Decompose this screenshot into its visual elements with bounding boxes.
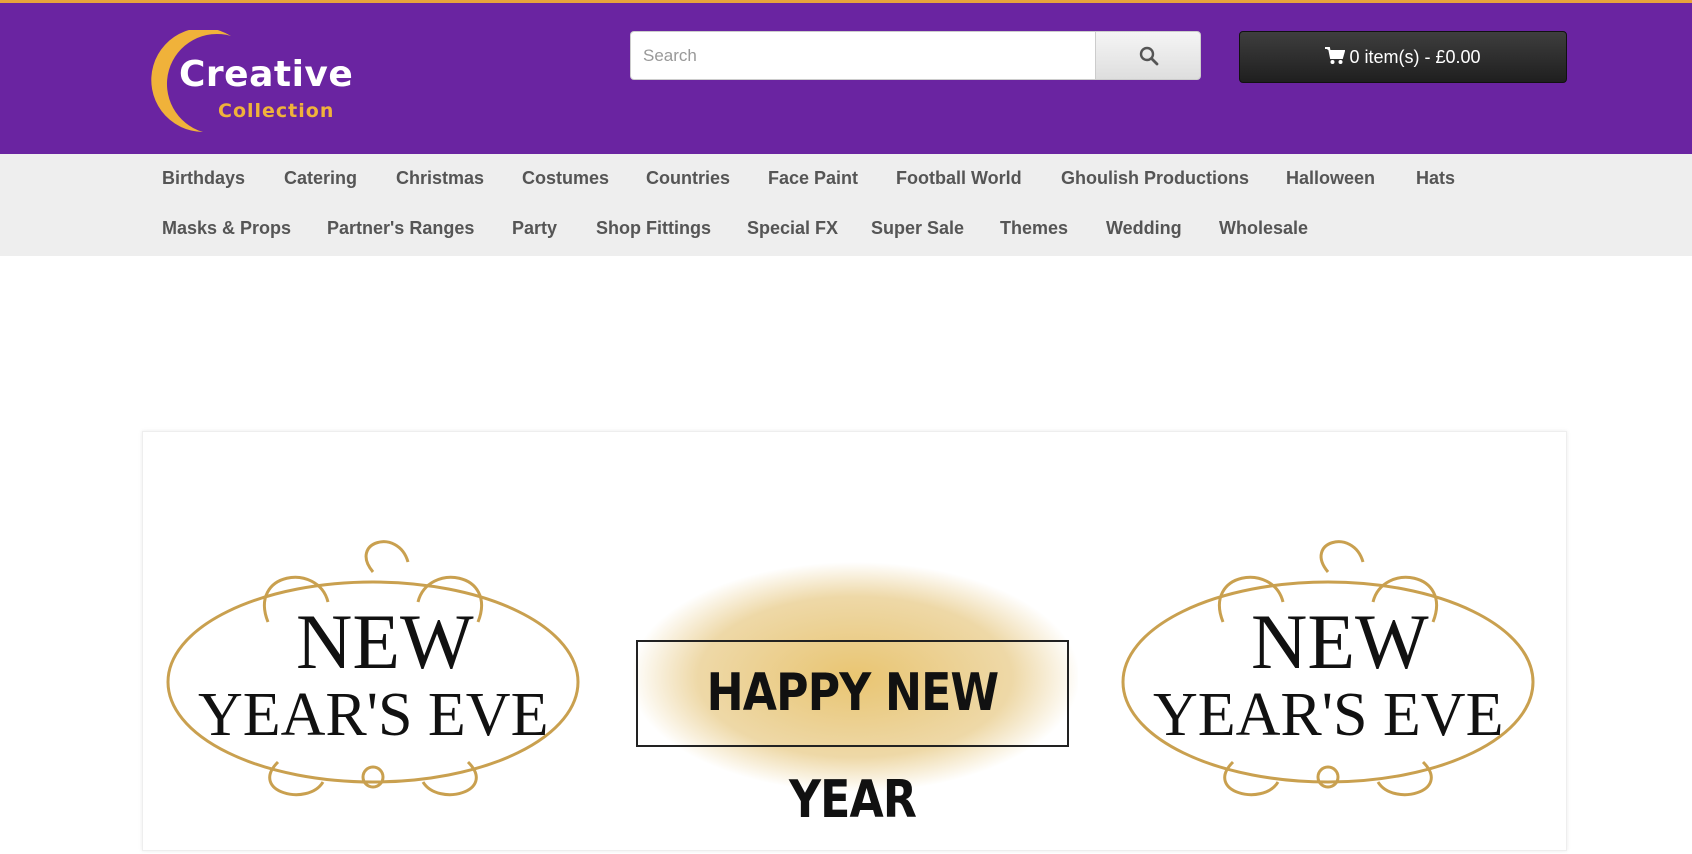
- happy-new-year-text: HAPPY NEW YEAR: [706, 663, 1000, 830]
- content-card: NEW YEAR'S EVE HAPPY NEW YEAR NEW YEAR'S…: [142, 431, 1567, 851]
- nav-item-hats[interactable]: Hats: [1416, 168, 1455, 189]
- nav-item-football-world[interactable]: Football World: [896, 168, 1022, 189]
- nav-item-partners-ranges[interactable]: Partner's Ranges: [327, 218, 474, 239]
- new-year-banner[interactable]: NEW YEAR'S EVE HAPPY NEW YEAR NEW YEAR'S…: [158, 532, 1553, 852]
- happy-new-year-graphic: HAPPY NEW YEAR: [633, 552, 1078, 830]
- nav-item-halloween[interactable]: Halloween: [1286, 168, 1375, 189]
- search-icon: [1139, 46, 1159, 66]
- nav-item-wedding[interactable]: Wedding: [1106, 218, 1182, 239]
- nav-item-birthdays[interactable]: Birthdays: [162, 168, 245, 189]
- nav-item-masks-props[interactable]: Masks & Props: [162, 218, 291, 239]
- nav-item-costumes[interactable]: Costumes: [522, 168, 609, 189]
- nav-item-face-paint[interactable]: Face Paint: [768, 168, 858, 189]
- cart-icon: [1325, 47, 1346, 65]
- nye-word-years-eve-left: YEAR'S EVE: [198, 681, 549, 749]
- search-input[interactable]: [630, 31, 1095, 80]
- nav-item-themes[interactable]: Themes: [1000, 218, 1068, 239]
- search-bar: [630, 31, 1201, 80]
- site-logo[interactable]: Creative Collection: [141, 30, 361, 134]
- nav-item-ghoulish-productions[interactable]: Ghoulish Productions: [1061, 168, 1249, 189]
- new-years-eve-graphic-right: NEW YEAR'S EVE: [1113, 532, 1553, 812]
- nav-item-catering[interactable]: Catering: [284, 168, 357, 189]
- nav-item-special-fx[interactable]: Special FX: [747, 218, 838, 239]
- nav-item-christmas[interactable]: Christmas: [396, 168, 484, 189]
- nav-item-shop-fittings[interactable]: Shop Fittings: [596, 218, 711, 239]
- category-nav: Birthdays Catering Christmas Costumes Co…: [0, 154, 1692, 256]
- nav-item-party[interactable]: Party: [512, 218, 557, 239]
- cart-button[interactable]: 0 item(s) - £0.00: [1239, 31, 1567, 83]
- nye-word-new-left: NEW: [296, 598, 474, 685]
- cart-label: 0 item(s) - £0.00: [1349, 47, 1481, 67]
- logo-word-collection: Collection: [218, 100, 335, 122]
- logo-word-creative: Creative: [179, 54, 354, 95]
- nav-item-super-sale[interactable]: Super Sale: [871, 218, 964, 239]
- new-years-eve-graphic-left: NEW YEAR'S EVE: [158, 532, 598, 812]
- site-header: Creative Collection 0 item(s) - £0.00: [0, 0, 1692, 154]
- nav-item-wholesale[interactable]: Wholesale: [1219, 218, 1308, 239]
- nye-word-new-right: NEW: [1251, 598, 1429, 685]
- nav-item-countries[interactable]: Countries: [646, 168, 730, 189]
- nye-word-years-eve-right: YEAR'S EVE: [1153, 681, 1504, 749]
- search-button[interactable]: [1095, 31, 1201, 80]
